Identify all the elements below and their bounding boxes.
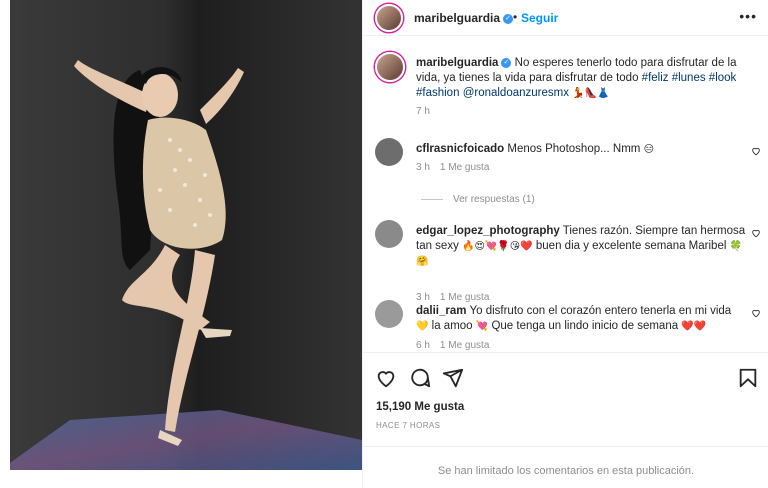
comment-time: 3 h xyxy=(416,292,430,303)
post-details-panel: maribelguardia ✓ • Seguir ••• maribelguar… xyxy=(362,0,768,488)
comment-text: cflrasnicfoicado Menos Photoshop... Nmm … xyxy=(416,143,654,155)
comment-text: edgar_lopez_photography Tienes razón. Si… xyxy=(416,225,746,267)
heart-icon[interactable] xyxy=(751,228,761,238)
comment-text: dalii_ram Yo disfruto con el corazón ent… xyxy=(416,305,732,332)
caption-username[interactable]: maribelguardia xyxy=(416,57,498,69)
post-timestamp: HACE 7 HORAS xyxy=(376,421,441,430)
commenter-avatar[interactable] xyxy=(375,300,403,328)
view-replies[interactable]: Ver respuestas (1) xyxy=(421,194,535,205)
commenter-username[interactable]: edgar_lopez_photography xyxy=(416,225,560,237)
follow-button[interactable]: Seguir xyxy=(521,11,558,25)
comment-meta: 6 h 1 Me gusta xyxy=(416,340,489,351)
comments-limited-notice: Se han limitado los comentarios en esta … xyxy=(363,446,768,488)
comments-scroll-area[interactable]: maribelguardia ✓ No esperes tenerlo todo … xyxy=(363,36,768,352)
comment-time: 6 h xyxy=(416,340,430,351)
action-bar xyxy=(363,352,768,400)
author-username[interactable]: maribelguardia ✓ xyxy=(414,11,514,25)
left-edge xyxy=(0,0,10,488)
commenter-avatar[interactable] xyxy=(375,138,403,166)
heart-icon[interactable] xyxy=(751,308,761,318)
separator-dot: • xyxy=(513,10,518,24)
caption-mention[interactable]: @ronaldoanzuresmx xyxy=(463,87,569,99)
heart-icon[interactable] xyxy=(375,367,397,389)
commenter-username[interactable]: cflrasnicfoicado xyxy=(416,143,504,155)
comment-meta: 3 h 1 Me gusta xyxy=(416,292,489,303)
likes-count[interactable]: 15,190 Me gusta xyxy=(376,401,464,413)
author-avatar[interactable] xyxy=(375,4,403,32)
caption-text: maribelguardia ✓ No esperes tenerlo todo … xyxy=(416,56,746,101)
commenter-avatar[interactable] xyxy=(375,220,403,248)
comment-meta: 3 h 1 Me gusta xyxy=(416,162,489,173)
comment-likes[interactable]: 1 Me gusta xyxy=(440,162,489,173)
more-icon[interactable]: ••• xyxy=(739,8,757,24)
view-replies-label[interactable]: Ver respuestas (1) xyxy=(453,194,535,205)
comment-likes[interactable]: 1 Me gusta xyxy=(440,340,489,351)
comment-likes[interactable]: 1 Me gusta xyxy=(440,292,489,303)
post-header: maribelguardia ✓ • Seguir ••• xyxy=(363,0,768,36)
caption-time: 7 h xyxy=(416,106,430,117)
comment-icon[interactable] xyxy=(409,367,431,389)
bookmark-icon[interactable] xyxy=(737,367,759,389)
share-icon[interactable] xyxy=(442,367,464,389)
photo-illustration xyxy=(0,0,362,470)
commenter-username[interactable]: dalii_ram xyxy=(416,305,467,317)
caption-emoji: 💃👠👗 xyxy=(572,88,610,99)
verified-icon: ✓ xyxy=(501,57,512,68)
replies-line xyxy=(421,199,443,200)
caption-avatar[interactable] xyxy=(375,52,405,82)
verified-icon: ✓ xyxy=(503,13,514,24)
heart-icon[interactable] xyxy=(751,146,761,156)
comment-time: 3 h xyxy=(416,162,430,173)
post-image[interactable] xyxy=(0,0,362,470)
